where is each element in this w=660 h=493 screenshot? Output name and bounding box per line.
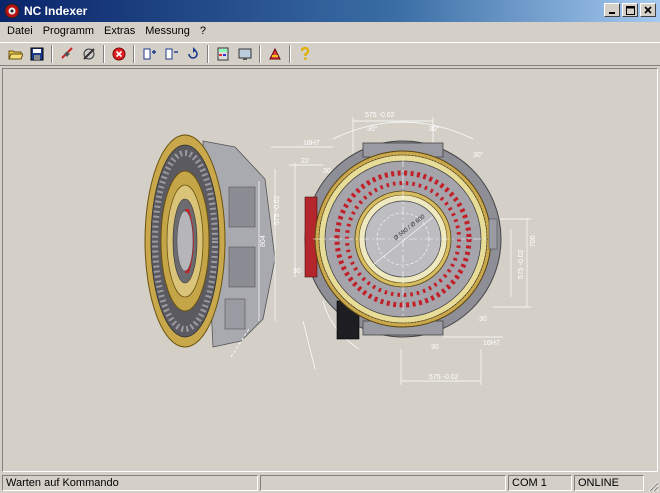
- dim-right-height: 575 -0.02: [518, 249, 525, 279]
- menu-datei[interactable]: Datei: [2, 22, 38, 41]
- perspective-view: [144, 134, 276, 358]
- dim-fit-top: 16H7: [303, 140, 320, 147]
- disconnect-icon: [61, 47, 73, 59]
- menu-messung[interactable]: Messung: [140, 22, 195, 41]
- status-message: Warten auf Kommando: [2, 475, 258, 491]
- help-icon: [300, 46, 310, 60]
- menu-bar: Datei Programm Extras Messung?: [0, 22, 660, 41]
- rotary-table-drawing: 575 -0.02 30° 30° 30° 16H7 22 30 575 -0.…: [144, 112, 537, 385]
- disconnect-button[interactable]: [56, 44, 78, 65]
- toolbar-separator: [289, 45, 291, 63]
- resize-grip-icon[interactable]: [647, 480, 659, 492]
- close-icon: [644, 6, 652, 14]
- position-plus-icon: [143, 48, 156, 60]
- menu-help[interactable]: ?: [195, 22, 211, 41]
- menu-programm[interactable]: Programm: [38, 22, 99, 41]
- dim-small-b: 30: [323, 168, 331, 175]
- dim-bottom-angle-lower: 30: [431, 344, 439, 351]
- app-logo-icon: [4, 3, 20, 19]
- save-disk-button[interactable]: [26, 44, 48, 65]
- display-button[interactable]: [234, 44, 256, 65]
- calculator-icon: [217, 47, 229, 61]
- marker-icon: [269, 47, 281, 60]
- dim-bottom-angle-right: 30: [479, 316, 487, 323]
- position-minus-icon: [165, 48, 178, 60]
- save-disk-icon: [30, 47, 44, 61]
- dim-left-height: 575 -0.02: [274, 195, 281, 225]
- menu-extras[interactable]: Extras: [99, 22, 140, 41]
- toolbar-separator: [133, 45, 135, 63]
- dim-right-outer: 700: [530, 235, 537, 247]
- open-folder-button[interactable]: [4, 44, 26, 65]
- status-bar: Warten auf Kommando COM 1 ONLINE: [0, 473, 660, 493]
- dim-fit-bottom: 16H7: [483, 340, 500, 347]
- rotate-icon: [188, 47, 198, 59]
- position-plus-button[interactable]: [138, 44, 160, 65]
- dim-top-angle-left2: 30°: [473, 151, 484, 159]
- dim-bottom-width: 575 -0.02: [429, 374, 459, 381]
- toolbar: [0, 42, 660, 66]
- toolbar-separator: [51, 45, 53, 63]
- drawing-area: 575 -0.02 30° 30° 30° 16H7 22 30 575 -0.…: [2, 68, 658, 472]
- maximize-button[interactable]: [622, 3, 638, 17]
- help-button[interactable]: [294, 44, 316, 65]
- dim-top-angle-left: 30°: [367, 125, 378, 133]
- dim-height-outer: 804: [260, 235, 267, 247]
- title-bar: NC Indexer: [0, 0, 660, 22]
- minimize-icon: [609, 12, 615, 14]
- tools-icon: [83, 48, 95, 60]
- minimize-button[interactable]: [604, 3, 620, 17]
- dim-small-a: 22: [301, 158, 309, 165]
- status-port: COM 1: [508, 475, 572, 491]
- status-empty-panel: [260, 475, 506, 491]
- maximize-icon: [625, 5, 635, 15]
- window-title: NC Indexer: [24, 4, 88, 18]
- open-folder-icon: [8, 50, 23, 60]
- stop-icon: [112, 47, 126, 61]
- display-icon: [238, 48, 252, 60]
- rotate-button[interactable]: [182, 44, 204, 65]
- stop-button[interactable]: [108, 44, 130, 65]
- calculator-button[interactable]: [212, 44, 234, 65]
- dim-left-angle: 30: [293, 268, 301, 275]
- dim-top-angle-right: 30°: [429, 125, 440, 133]
- toolbar-separator: [103, 45, 105, 63]
- dim-top-width: 575 -0.02: [365, 112, 395, 119]
- status-connection: ONLINE: [574, 475, 644, 491]
- toolbar-separator: [207, 45, 209, 63]
- tools-button[interactable]: [78, 44, 100, 65]
- position-minus-button[interactable]: [160, 44, 182, 65]
- marker-button[interactable]: [264, 44, 286, 65]
- toolbar-separator: [259, 45, 261, 63]
- close-button[interactable]: [640, 3, 656, 17]
